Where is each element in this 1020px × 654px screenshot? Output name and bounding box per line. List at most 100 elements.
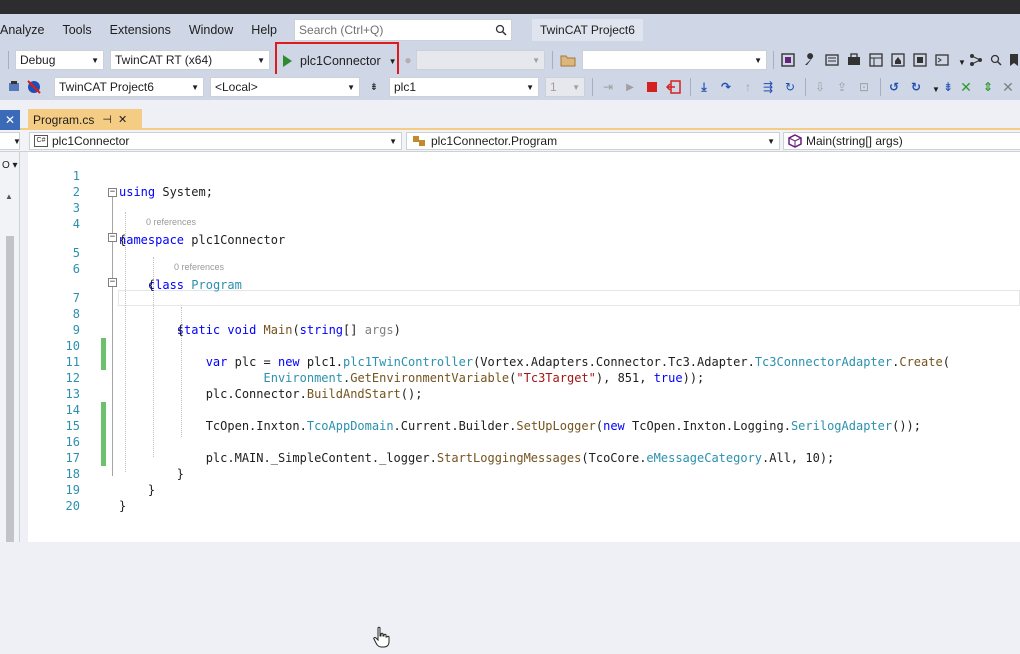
menu-extensions[interactable]: Extensions — [101, 23, 180, 37]
codelens-references[interactable]: 0 references — [174, 262, 224, 272]
code-line: 16 — [28, 418, 1020, 466]
extend-icon[interactable]: ⇕ — [980, 79, 996, 95]
chevron-down-icon: ▼ — [347, 82, 355, 92]
close-icon[interactable]: ✕ — [0, 110, 20, 130]
chevron-down-icon: ▼ — [13, 136, 21, 146]
toolbox-icon[interactable] — [846, 52, 862, 68]
scroll-up-icon[interactable]: ▲ — [5, 192, 13, 201]
tab-label: Program.cs — [33, 112, 95, 127]
target-system-value: <Local> — [215, 80, 258, 94]
build-icon[interactable] — [6, 79, 22, 95]
step-into-icon[interactable]: ⤓ — [696, 79, 712, 95]
code-line: 13 TcOpen.Inxton.TcoAppDomain.Current.Bu… — [28, 370, 1020, 433]
member-navigation-dropdown[interactable]: Main(string[] args) — [783, 132, 1020, 150]
align-icon[interactable]: ⇟ — [940, 79, 956, 95]
editor-margin — [20, 152, 28, 542]
solution-name-label: TwinCAT Project6 — [532, 19, 643, 41]
show-next-statement-icon[interactable]: ⇶ — [760, 79, 776, 95]
code-line: 14 — [28, 386, 1020, 434]
method-icon — [788, 134, 802, 148]
collapse-icon[interactable]: − — [108, 278, 117, 287]
choose-target-icon[interactable]: ⇟ — [366, 79, 382, 95]
type-navigation-value: plc1Connector.Program — [431, 134, 558, 148]
twincat-project-dropdown[interactable]: TwinCAT Project6 ▼ — [54, 77, 204, 97]
type-navigation-dropdown[interactable]: plc1Connector.Program ▼ — [406, 132, 780, 150]
target-system-dropdown[interactable]: <Local> ▼ — [210, 77, 360, 97]
console-icon[interactable] — [934, 52, 950, 68]
bookmark-icon[interactable] — [1006, 52, 1020, 68]
chevron-down-icon: ▼ — [767, 136, 775, 146]
toolbar-separator — [805, 78, 806, 96]
code-line: 10 Environment.GetEnvironmentVariable("T… — [28, 322, 1020, 385]
twincat-project-value: TwinCAT Project6 — [59, 80, 154, 94]
properties-icon[interactable] — [824, 52, 840, 68]
team-explorer-icon[interactable] — [868, 52, 884, 68]
folder-icon[interactable] — [560, 52, 576, 68]
line-number: 20 — [65, 499, 80, 513]
chevron-down-icon: ▼ — [526, 82, 534, 92]
reload-icon[interactable]: ↺ — [886, 79, 902, 95]
project-navigation-dropdown[interactable]: C# plc1Connector ▼ — [29, 132, 402, 150]
project-navigation-value: plc1Connector — [52, 134, 130, 148]
no-activate-icon[interactable] — [26, 79, 42, 95]
collapse-icon[interactable]: − — [108, 188, 117, 197]
code-line: 2 — [28, 168, 1020, 199]
toolbar-separator — [773, 51, 774, 69]
platform-value: TwinCAT RT (x64) — [115, 53, 213, 67]
step-over-icon[interactable]: ↷ — [718, 79, 734, 95]
login-icon: ⇥ — [602, 80, 614, 94]
chevron-down-icon: ▼ — [572, 82, 580, 92]
menu-window[interactable]: Window — [180, 23, 242, 37]
csharp-project-icon: C# — [34, 135, 48, 147]
menu-help[interactable]: Help — [242, 23, 286, 37]
refresh-icon[interactable]: ↻ — [908, 79, 924, 95]
search-icon — [495, 24, 507, 36]
home-icon[interactable] — [890, 52, 906, 68]
close-icon[interactable]: ✕ — [118, 113, 127, 126]
search-input[interactable]: Search (Ctrl+Q) — [294, 19, 513, 41]
stop-icon[interactable] — [644, 79, 660, 95]
connect-icon[interactable]: ✕ — [958, 79, 974, 95]
chevron-down-icon: ▼ — [91, 55, 99, 65]
code-line: 5 − class Program — [28, 229, 1020, 293]
title-bar-strip — [0, 0, 1020, 14]
diagram-icon[interactable] — [968, 52, 984, 68]
code-editor[interactable]: 1 using System; 2 3 − namespace plc1Conn… — [28, 152, 1020, 648]
chevron-down-icon: ▼ — [754, 55, 762, 65]
find-dropdown[interactable]: ▼ — [582, 50, 767, 70]
hand-cursor-icon — [372, 626, 390, 654]
close-icon[interactable]: ✕ — [1000, 79, 1016, 95]
document-tabstrip — [0, 100, 1020, 130]
grid-icon[interactable] — [912, 52, 928, 68]
chevron-down-icon[interactable]: ▼ — [389, 57, 397, 66]
left-panel-dropdown[interactable]: ▼ — [0, 132, 21, 150]
restart-icon[interactable]: ↻ — [782, 79, 798, 95]
start-debugging-label: plc1Connector — [300, 54, 381, 68]
platform-dropdown[interactable]: TwinCAT RT (x64) ▼ — [110, 50, 270, 70]
solution-explorer-icon[interactable] — [780, 52, 796, 68]
left-panel-scrollbar[interactable] — [6, 236, 14, 542]
codelens-references[interactable]: 0 references — [146, 217, 196, 227]
code-line: 20 — [28, 482, 1020, 513]
menu-tools[interactable]: Tools — [53, 23, 100, 37]
code-line: 12 plc.Connector.BuildAndStart(); — [28, 354, 1020, 401]
tab-program-cs[interactable]: Program.cs ⊣ ✕ — [28, 109, 142, 130]
menu-analyze[interactable]: Analyze — [0, 23, 53, 37]
search-icon[interactable] — [988, 52, 1004, 68]
online-change-icon: ⇪ — [836, 80, 848, 94]
breakpoint-icon: ⊡ — [858, 80, 870, 94]
wrench-icon[interactable] — [802, 52, 818, 68]
left-panel-icon[interactable]: O ▾ — [0, 160, 20, 176]
plc-project-dropdown[interactable]: plc1 ▼ — [389, 77, 539, 97]
collapse-icon[interactable]: − — [108, 233, 117, 242]
code-line: 18 } — [28, 450, 1020, 497]
pin-icon[interactable]: ⊣ — [102, 113, 112, 126]
toolbar-separator — [8, 51, 9, 69]
download-icon: ⇩ — [814, 80, 826, 94]
configuration-dropdown[interactable]: Debug ▼ — [15, 50, 104, 70]
toolbar-separator — [552, 51, 553, 69]
configuration-value: Debug — [20, 53, 56, 67]
code-line: 8 { — [28, 290, 1020, 337]
logout-icon[interactable] — [666, 79, 682, 95]
chevron-down-icon: ▼ — [257, 55, 265, 65]
